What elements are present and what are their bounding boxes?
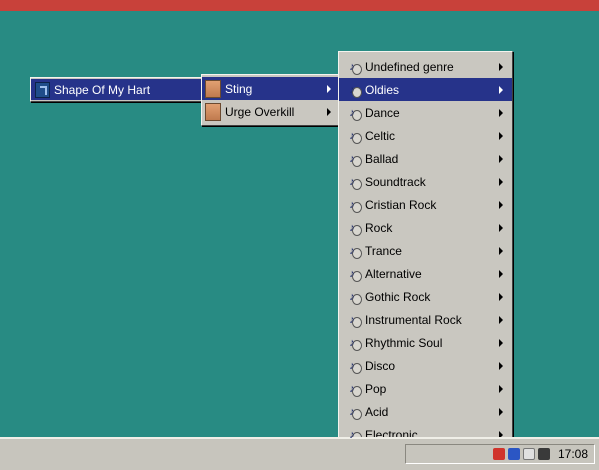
menu-item-label: Instrumental Rock [365, 312, 462, 327]
submenu-arrow-icon [499, 108, 503, 117]
menu-item-label: Oldies [365, 82, 400, 97]
submenu-arrow-icon [327, 107, 331, 116]
submenu-arrow-icon [499, 85, 503, 94]
menu-item-genre[interactable]: ♪ Soundtrack [339, 170, 512, 193]
music-note-icon: ♪ [343, 151, 362, 167]
menu-item-label: Ballad [365, 151, 399, 166]
submenu-arrow-icon [499, 407, 503, 416]
menu-item-genre[interactable]: ♪ Alternative [339, 262, 512, 285]
submenu-arrow-icon [499, 246, 503, 255]
submenu-arrow-icon [499, 292, 503, 301]
menu-item-genre[interactable]: ♪ Undefined genre [339, 55, 512, 78]
music-note-icon: ♪ [343, 59, 362, 75]
menu-item-label: Shape Of My Hart [54, 82, 151, 97]
menu-item-label: Acid [365, 404, 389, 419]
menu-item-genre[interactable]: ♪ Celtic [339, 124, 512, 147]
menu-item-genre[interactable]: ♪ Ballad [339, 147, 512, 170]
menu-item-label: Rhythmic Soul [365, 335, 443, 350]
menu-item-label: Soundtrack [365, 174, 426, 189]
system-tray: 17:08 [405, 444, 595, 464]
menu-item-genre[interactable]: ♪ Cristian Rock [339, 193, 512, 216]
music-note-icon: ♪ [343, 289, 362, 305]
tray-app-icon[interactable] [492, 448, 505, 460]
submenu-arrow-icon [499, 384, 503, 393]
artist-face-icon [205, 102, 221, 121]
menu-item-genre[interactable]: ♪ Dance [339, 101, 512, 124]
taskbar: 17:08 [0, 437, 599, 470]
submenu-arrow-icon [499, 177, 503, 186]
menu-item-genre[interactable]: ♪ Acid [339, 400, 512, 423]
menu-item-shape-of-my-hart[interactable]: Shape Of My Hart [31, 79, 203, 100]
menu-item-genre[interactable]: ♪ Oldies [339, 78, 512, 101]
menu-item-sting[interactable]: Sting [202, 77, 340, 100]
menu-item-label: Rock [365, 220, 393, 235]
artist-face-icon [205, 79, 221, 98]
music-note-icon: ♪ [343, 381, 362, 397]
tray-icons [492, 448, 550, 460]
music-note-icon: ♪ [343, 266, 362, 282]
menu-item-genre[interactable]: ♪ Pop [339, 377, 512, 400]
submenu-arrow-icon [499, 361, 503, 370]
music-note-icon: ♪ [343, 312, 362, 328]
music-note-icon: ♪ [343, 220, 362, 236]
music-note-icon: ♪ [343, 404, 362, 420]
music-note-icon: ♪ [343, 128, 362, 144]
menu-artists: Sting Urge Overkill [201, 74, 341, 126]
music-note-icon: ♪ [343, 358, 362, 374]
submenu-arrow-icon [499, 315, 503, 324]
tray-language-icon[interactable] [507, 448, 520, 460]
menu-item-label: Cristian Rock [365, 197, 437, 212]
submenu-arrow-icon [499, 200, 503, 209]
menu-item-urge-overkill[interactable]: Urge Overkill [202, 100, 340, 123]
submenu-arrow-icon [499, 223, 503, 232]
submenu-arrow-icon [499, 338, 503, 347]
menu-item-label: Undefined genre [365, 59, 454, 74]
menu-item-genre[interactable]: ♪ Trance [339, 239, 512, 262]
music-note-icon: ♪ [343, 197, 362, 213]
menu-item-label: Alternative [365, 266, 422, 281]
music-note-icon: ♪ [343, 105, 362, 121]
menu-item-label: Pop [365, 381, 387, 396]
submenu-arrow-icon [499, 62, 503, 71]
tray-volume-icon[interactable] [522, 448, 535, 460]
menu-item-label: Urge Overkill [225, 104, 295, 119]
tray-music-icon[interactable] [537, 448, 550, 460]
menu-item-label: Gothic Rock [365, 289, 431, 304]
music-note-icon: ♪ [343, 174, 362, 190]
submenu-arrow-icon [499, 269, 503, 278]
menu-item-label: Dance [365, 105, 400, 120]
tray-clock[interactable]: 17:08 [558, 447, 588, 461]
menu-item-genre[interactable]: ♪ Gothic Rock [339, 285, 512, 308]
music-note-icon: ♪ [343, 335, 362, 351]
menu-item-label: Trance [365, 243, 402, 258]
window-titlebar-strip [0, 0, 599, 11]
submenu-arrow-icon [499, 154, 503, 163]
menu-item-genre[interactable]: ♪ Disco [339, 354, 512, 377]
submenu-arrow-icon [327, 84, 331, 93]
menu-item-genre[interactable]: ♪ Rhythmic Soul [339, 331, 512, 354]
music-note-icon: ♪ [343, 243, 362, 259]
menu-item-label: Disco [365, 358, 396, 373]
menu-tracks: Shape Of My Hart [30, 77, 204, 102]
submenu-arrow-icon [499, 131, 503, 140]
menu-item-genre[interactable]: ♪ Rock [339, 216, 512, 239]
music-file-icon [35, 81, 50, 98]
menu-genres: ♪ Undefined genre ♪ Oldies ♪ Dance ♪ Cel… [338, 51, 513, 449]
menu-item-label: Celtic [365, 128, 396, 143]
menu-item-label: Sting [225, 81, 253, 96]
music-note-icon: ♪ [343, 82, 362, 98]
menu-item-genre[interactable]: ♪ Instrumental Rock [339, 308, 512, 331]
